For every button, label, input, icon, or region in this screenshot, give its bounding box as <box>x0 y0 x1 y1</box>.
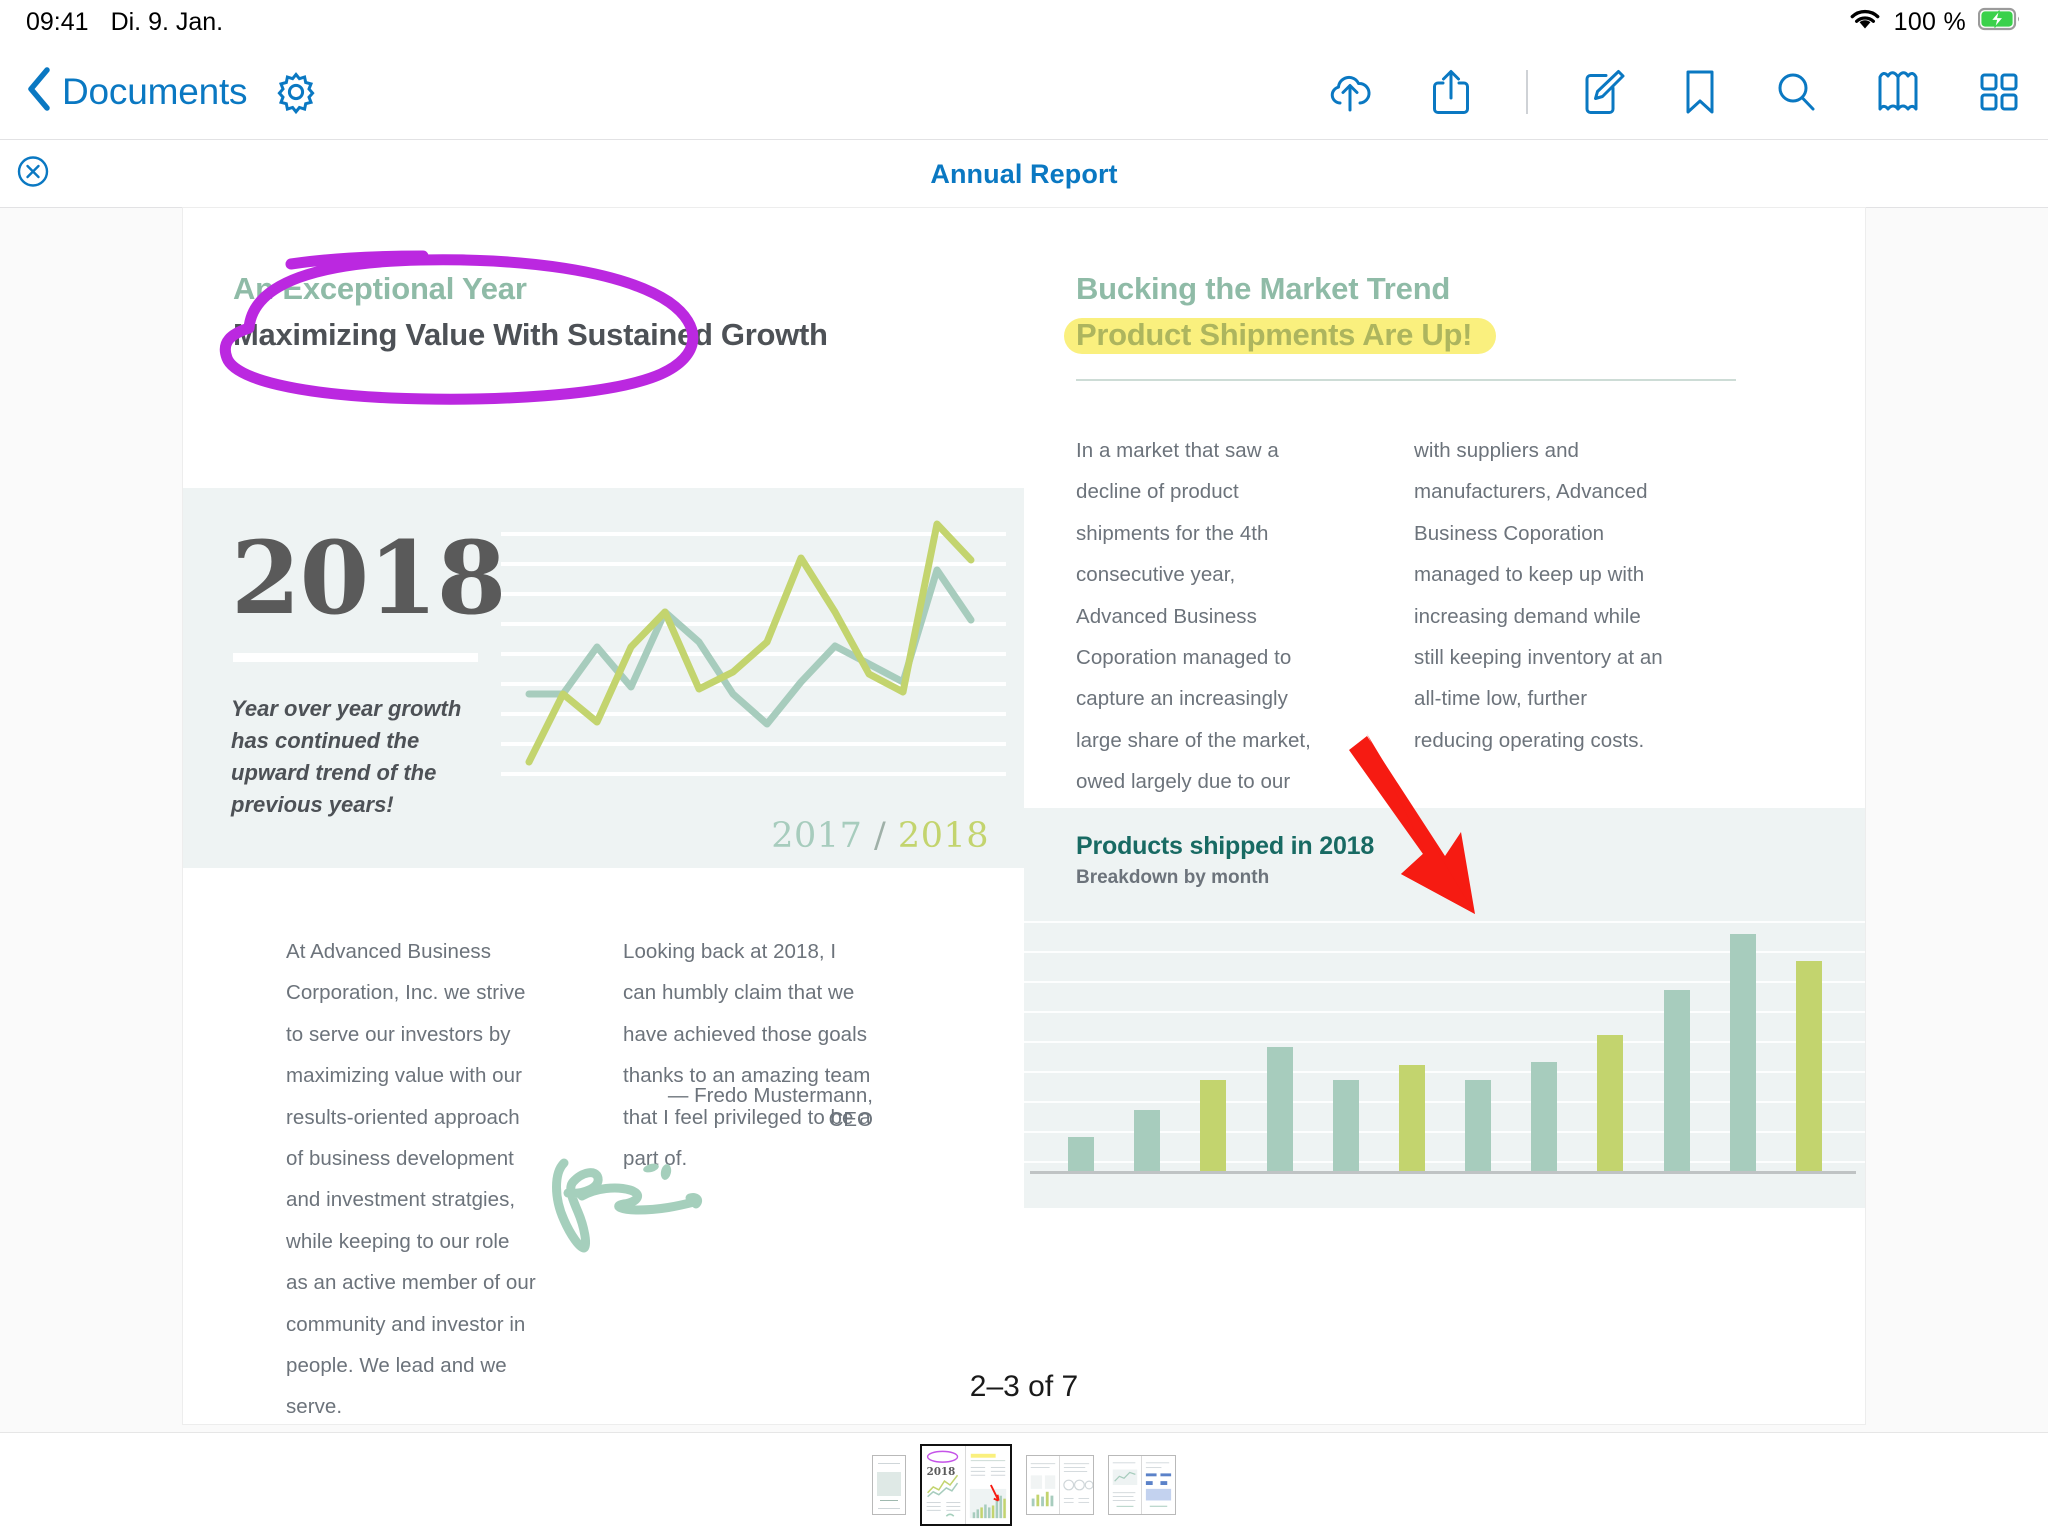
annotate-icon[interactable] <box>1580 67 1628 117</box>
growth-line-chart <box>501 520 1006 776</box>
toolbar-right-group <box>1324 66 2022 118</box>
bar-jan <box>1068 1137 1094 1172</box>
page-spread: An Exceptional Year Maximizing Value Wit… <box>183 208 1865 1424</box>
page-indicator: 2–3 of 7 <box>969 1370 1079 1403</box>
shipments-panel: Products shipped in 2018 Breakdown by mo… <box>1024 808 1865 1208</box>
bar-may <box>1332 1080 1359 1172</box>
back-to-documents-button[interactable]: Documents <box>26 66 248 117</box>
bar-feb <box>1134 1110 1161 1172</box>
gear-icon[interactable] <box>273 69 319 115</box>
right-page-column-two: with suppliers and manufacturers, Advanc… <box>1414 439 1663 752</box>
legend-2017: 2017 <box>771 816 863 856</box>
line-chart-legend: 2017 / 2018 <box>771 816 989 856</box>
thumbnail-pages-2-3[interactable]: 2018 <box>920 1443 1012 1526</box>
pdf-viewer[interactable]: An Exceptional Year Maximizing Value Wit… <box>0 208 2048 1432</box>
bar-nov <box>1729 934 1756 1172</box>
battery-percent-label: 100 % <box>1893 7 1966 36</box>
hero-divider <box>233 653 478 662</box>
search-icon[interactable] <box>1772 68 1820 116</box>
thumbnail-pages-4-5[interactable] <box>1026 1454 1094 1515</box>
app-toolbar: Documents <box>0 44 2048 140</box>
thumbnail-pages-6-7[interactable] <box>1108 1454 1176 1515</box>
bar-dec <box>1795 961 1822 1172</box>
thumbnails-grid-icon[interactable] <box>1976 69 2022 115</box>
hero-panel: 2018 Year over year growth has continued… <box>183 488 1024 868</box>
back-button-label: Documents <box>62 70 248 112</box>
line-series-2018 <box>525 520 975 766</box>
shipments-bar-chart <box>1030 922 1860 1172</box>
status-date: Di. 9. Jan. <box>110 7 224 36</box>
document-tab-bar: Annual Report <box>0 141 2048 208</box>
toolbar-left-group: Documents <box>26 66 319 117</box>
status-time: 09:41 <box>26 7 89 36</box>
status-bar-right: 100 % <box>1848 6 2022 39</box>
close-circle-icon[interactable] <box>16 155 50 194</box>
reading-mode-icon[interactable] <box>1872 67 1924 117</box>
ceo-signature-name: — Fredo Mustermann, CEO <box>667 1084 873 1131</box>
status-bar-left: 09:41 Di. 9. Jan. <box>26 8 223 37</box>
bar-apr <box>1266 1047 1293 1172</box>
left-page-column-two: Looking back at 2018, I can humbly claim… <box>623 940 871 1171</box>
right-page-kicker: Bucking the Market Trend <box>1076 271 1451 306</box>
wifi-icon <box>1848 6 1882 39</box>
document-tab-title[interactable]: Annual Report <box>0 159 2048 190</box>
bar-aug <box>1531 1062 1558 1172</box>
hero-year-label: 2018 <box>231 519 506 637</box>
bar-sep <box>1597 1035 1624 1172</box>
thumbnail-page-1[interactable] <box>872 1454 906 1515</box>
bar-jul <box>1465 1080 1492 1172</box>
bar-mar <box>1200 1080 1227 1172</box>
bar-chart-title: Products shipped in 2018 <box>1076 832 1375 860</box>
status-bar: 09:41 Di. 9. Jan. 100 % <box>0 0 2048 44</box>
thumbnail-strip[interactable]: 2018 <box>0 1432 2048 1536</box>
toolbar-divider <box>1526 69 1528 114</box>
left-page-headline: Maximizing Value With Sustained Growth <box>233 317 828 352</box>
page-2: An Exceptional Year Maximizing Value Wit… <box>183 208 1024 1424</box>
bookmark-icon[interactable] <box>1680 66 1720 118</box>
battery-charging-icon <box>1977 7 2022 38</box>
legend-separator: / <box>873 816 887 856</box>
right-page-headline: Product Shipments Are Up! <box>1076 317 1473 352</box>
left-page-kicker: An Exceptional Year <box>233 271 527 306</box>
svg-text:2018: 2018 <box>927 1466 956 1478</box>
share-icon[interactable] <box>1428 66 1474 118</box>
chevron-left-icon <box>26 66 52 117</box>
left-page-column-one: At Advanced Business Corporation, Inc. w… <box>286 940 536 1419</box>
bar-oct <box>1663 990 1690 1172</box>
hero-note: Year over year growth has continued the … <box>231 696 462 817</box>
right-page-rule <box>1076 379 1736 381</box>
cloud-upload-icon[interactable] <box>1324 67 1376 117</box>
page-3: Bucking the Market Trend Product Shipmen… <box>1024 208 1865 1424</box>
bar-chart-baseline <box>1030 1171 1856 1174</box>
ipad-pdf-reader-screen: 09:41 Di. 9. Jan. 100 % Documents Annual… <box>0 0 2048 1536</box>
highlight-annotation: Product Shipments Are Up! <box>1064 317 1497 354</box>
legend-2018: 2018 <box>897 816 989 856</box>
bar-jun <box>1398 1065 1425 1172</box>
